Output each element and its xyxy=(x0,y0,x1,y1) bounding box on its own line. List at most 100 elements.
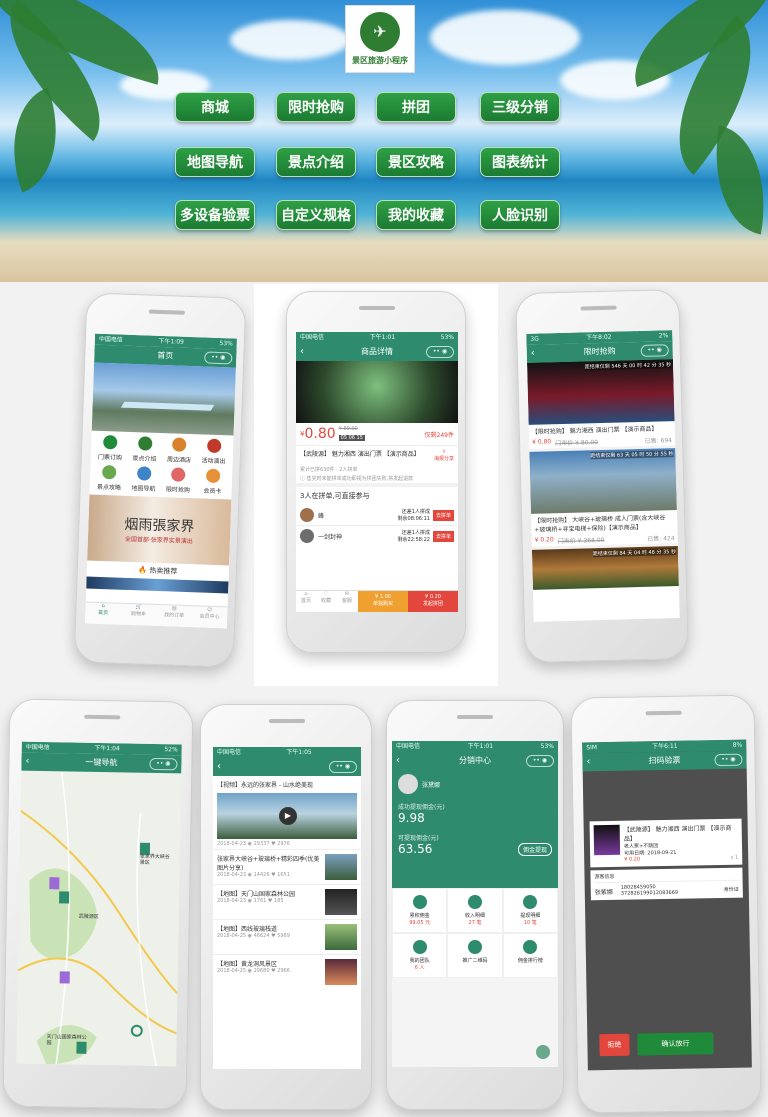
back-icon[interactable]: ‹ xyxy=(300,343,304,361)
play-icon[interactable]: ▶ xyxy=(279,807,297,825)
available-amount: 63.56 xyxy=(398,842,433,856)
home-banner-image[interactable] xyxy=(91,362,236,436)
detail-screen: 中国电信 下午1:01 53% ‹ 商品详情 •• ◉ ¥0.80 ¥ 80.00 05 … xyxy=(296,332,458,612)
ticket-quantity: x 1 xyxy=(730,854,739,861)
capsule-menu-button[interactable]: •• ◉ xyxy=(329,761,357,773)
flash-item-image[interactable]: 距结束仅剩 63 天 05 时 50 分 55 秒 xyxy=(529,448,677,514)
tab-bar: ⌂ 首页 🛒 购物车 ▤ 我的订单 ☺ 会员中心 xyxy=(84,601,228,629)
capsule-menu-button[interactable]: •• ◉ xyxy=(714,753,743,767)
group-stats: 累计已拼630件 · 2人拼单 xyxy=(300,467,358,473)
nav-bar: ‹ 一键导航 •• ◉ xyxy=(21,752,182,774)
share-poster-button[interactable]: ⇪ 海报分享 xyxy=(434,449,454,462)
menu-shows[interactable]: 活动演出 xyxy=(196,438,231,465)
back-icon[interactable]: ‹ xyxy=(531,345,535,363)
tab-cart[interactable]: 🛒 购物车 xyxy=(120,604,156,626)
feature-flash-sale: 限时抢购 xyxy=(276,92,356,122)
tab-service[interactable]: ✉ 客服 xyxy=(336,591,358,612)
solo-buy-button[interactable]: ¥ 1.00 单独购买 xyxy=(358,591,408,612)
menu-ticket-order[interactable]: 门票订购 xyxy=(93,435,128,462)
ticket-name: 【武陵源】 魅力湘西 演出门票 【演示商品】 xyxy=(623,824,732,843)
article-row[interactable]: 张家界大峡谷+玻璃桥+精彩四季(优美图片分享) 2018-04-23 ◉ 1442… xyxy=(213,849,361,884)
map-screen: 中国电信 下午1:04 52% ‹ 一键导航 •• ◉ 张家界大峡谷景区 武陵源区 天门… xyxy=(16,741,182,1067)
locate-icon[interactable] xyxy=(130,1024,143,1037)
flash-item-image[interactable]: 距结束仅剩 546 天 00 时 42 分 35 秒 xyxy=(527,359,675,425)
price-row: ¥0.80 ¥ 80.00 05 06 15 仅剩249件 xyxy=(296,423,458,446)
capsule-menu-button[interactable]: •• ◉ xyxy=(204,351,233,365)
tab-home[interactable]: ⌂ 首页 xyxy=(296,591,316,612)
logo-caption: 景区旅游小程序 xyxy=(352,56,408,65)
withdraw-button[interactable]: 佣金提现 xyxy=(517,842,552,856)
withdrawn-label: 成功提现佣金(元) xyxy=(398,804,445,811)
dist-grid: 累积佣金 99.05 元 收入明细 27 笔 提现明细 10 笔 我的团队 6 人 推广… xyxy=(392,888,558,978)
phone-map: 中国电信 下午1:04 52% ‹ 一键导航 •• ◉ 张家界大峡谷景区 武陵源区 天门… xyxy=(2,698,194,1110)
flash-item-image[interactable]: 距结束仅剩 84 天 04 时 46 分 35 秒 xyxy=(531,546,679,590)
available-label: 可提现佣金(元) xyxy=(398,835,439,842)
menu-scenic-intro[interactable]: 景点介绍 xyxy=(127,436,162,463)
tab-favorite[interactable]: ♡ 收藏 xyxy=(316,591,336,612)
map-label: 张家界大峡谷景区 xyxy=(139,853,170,866)
scan-screen: SIM 下午6:11 8% ‹ 扫码验票 •• ◉ 【武陵源】 魅力湘西 演出门票 【演… xyxy=(582,739,752,1071)
article-thumbnail xyxy=(325,854,357,880)
visitor-id: 372826199012083669 xyxy=(620,889,679,897)
product-image[interactable] xyxy=(296,361,458,423)
visitor-name: 张紫娜 xyxy=(594,888,613,896)
flash-timer: 84 天 04 时 46 分 35 秒 xyxy=(619,549,677,557)
start-group-button[interactable]: ¥ 0.20 发起拼团 xyxy=(408,591,458,612)
map-marker-icon[interactable] xyxy=(59,891,70,904)
group-list-title: 3人在拼单,可直接参与 xyxy=(296,483,458,505)
tab-member[interactable]: ☺ 会员中心 xyxy=(191,606,227,628)
hotel-icon xyxy=(172,437,187,452)
reject-button[interactable]: 拒绝 xyxy=(599,1033,630,1057)
back-icon[interactable]: ‹ xyxy=(396,752,400,770)
coin-icon xyxy=(412,895,427,909)
back-icon[interactable]: ‹ xyxy=(25,753,29,771)
menu-flash-sale[interactable]: 限时抢购 xyxy=(161,467,196,494)
map-marker-icon[interactable] xyxy=(49,877,60,890)
tab-home[interactable]: ⌂ 首页 xyxy=(85,602,121,624)
show-icon xyxy=(206,438,222,454)
menu-guide[interactable]: 景点攻略 xyxy=(92,464,127,492)
map-marker-icon[interactable] xyxy=(59,971,70,984)
feature-face-recognition: 人脸识别 xyxy=(480,200,560,230)
tab-orders[interactable]: ▤ 我的订单 xyxy=(156,605,192,627)
feature-ticket-check: 多设备验票 xyxy=(175,200,255,230)
back-icon[interactable]: ‹ xyxy=(217,758,221,776)
flash-timer: 63 天 05 时 50 分 55 秒 xyxy=(616,451,674,459)
join-group-button[interactable]: 去拼单 xyxy=(432,530,454,542)
article-row[interactable]: 【地图】黄龙洞风景区 2018-04-25 ◉ 29680 ♥ 2966 xyxy=(213,954,361,989)
withdrawn-amount: 9.98 xyxy=(398,811,425,825)
capsule-menu-button[interactable]: •• ◉ xyxy=(426,346,454,358)
menu-hotels[interactable]: 周边酒店 xyxy=(162,437,197,464)
feature-group-buy: 拼团 xyxy=(376,92,456,122)
grid-income-detail[interactable]: 收入明细 27 笔 xyxy=(447,888,503,933)
video-thumbnail[interactable]: ▶ xyxy=(217,793,357,839)
floating-action-icon[interactable] xyxy=(536,1045,550,1059)
page-title: 分销中心 xyxy=(459,756,491,765)
status-bar: 中国电信 下午1:01 53% xyxy=(296,332,458,343)
article-thumbnail xyxy=(325,889,357,915)
capsule-menu-button[interactable]: •• ◉ xyxy=(526,755,554,767)
join-group-button[interactable]: 去拼单 xyxy=(432,509,454,521)
menu-map[interactable]: 地图导航 xyxy=(126,466,161,493)
capsule-menu-button[interactable]: •• ◉ xyxy=(640,344,669,357)
grid-withdraw-detail[interactable]: 提现明细 10 笔 xyxy=(502,888,558,933)
phone-home: 中国电信 下午1:09 53% 首页 •• ◉ 门票订购 景点介绍 周边酒店 活动演出… xyxy=(73,292,247,668)
map-label: 天门山国家森林公园 xyxy=(46,1034,87,1047)
grid-my-team[interactable]: 我的团队 6 人 xyxy=(392,933,448,978)
grid-total-commission[interactable]: 累积佣金 99.05 元 xyxy=(392,888,448,933)
article-title: 【地图】西线玻璃栈道 xyxy=(217,926,278,933)
capsule-menu-button[interactable]: •• ◉ xyxy=(149,757,178,771)
flash-old-price: 门市价 ¥ 368.00 xyxy=(557,536,605,546)
home-screen: 中国电信 下午1:09 53% 首页 •• ◉ 门票订购 景点介绍 周边酒店 活动演出… xyxy=(84,333,237,629)
confirm-button[interactable]: 确认放行 xyxy=(637,1032,714,1056)
grid-ranking[interactable]: 佣金排行榜 xyxy=(502,933,558,978)
ticket-price: ¥ 0.20 xyxy=(624,856,641,863)
back-icon[interactable]: ‹ xyxy=(586,753,590,771)
product-title-row: 【武陵源】 魅力湘西 演出门票 【演示商品】 ⇪ 海报分享 xyxy=(296,446,458,465)
promo-banner[interactable]: 烟雨張家界 全国首部·张家界实景演出 xyxy=(87,494,232,566)
grid-qr-code[interactable]: 推广二维码 xyxy=(447,933,503,978)
menu-member-card[interactable]: 会员卡 xyxy=(195,468,230,495)
article-row[interactable]: 【地图】天门山国家森林公园 2018-04-23 ◉ 1761 ♥ 185 xyxy=(213,884,361,919)
article-row[interactable]: 【地图】西线玻璃栈道 2018-04-25 ◉ 46624 ♥ 5969 xyxy=(213,919,361,954)
phone-flash-sale: 3G 下午8:02 2% ‹ 限时抢购 •• ◉ 距结束仅剩 546 天 00 时 42… xyxy=(515,288,689,664)
